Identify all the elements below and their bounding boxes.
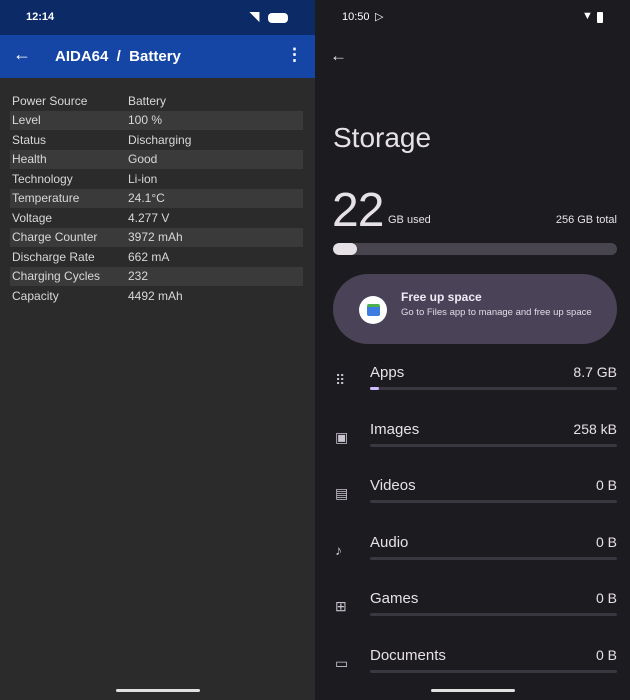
row-value: 100 % (128, 113, 163, 128)
storage-category-apps[interactable]: ⠿ Apps 8.7 GB (315, 364, 630, 414)
row-value: Discharging (128, 132, 192, 147)
total-label: 256 GB total (555, 214, 617, 226)
page-title: AIDA64 / Battery (55, 48, 181, 65)
movie-icon: ▤ (335, 485, 349, 501)
row-value: 232 (128, 269, 149, 284)
category-size: 0 B (595, 533, 617, 550)
category-usage-bar (370, 669, 617, 673)
storage-category-videos[interactable]: ▤ Videos 0 B (315, 477, 630, 527)
used-value: 22 (332, 184, 384, 237)
storage-category-games[interactable]: ⊞ Games 0 B (315, 590, 630, 640)
table-row: Temperature 24.1°C (10, 188, 303, 208)
table-row: Health Good (10, 149, 303, 169)
category-name: Documents (370, 646, 446, 664)
category-usage-bar (370, 556, 617, 560)
storage-category-audio[interactable]: ♪ Audio 0 B (315, 534, 630, 584)
battery-info-table: Power Source Battery Level 100 % Status Disch… (10, 91, 303, 306)
status-time: 10:50 (342, 11, 370, 23)
gesture-nav-bar[interactable] (431, 689, 515, 692)
category-name: Videos (370, 477, 416, 494)
image-icon: ▣ (335, 428, 349, 445)
table-row: Capacity 4492 mAh (10, 286, 303, 306)
category-name: Audio (370, 533, 409, 551)
category-size: 0 B (595, 646, 617, 663)
row-value: 4.277 V (128, 210, 170, 225)
category-usage-bar (370, 613, 617, 616)
category-name: Apps (370, 364, 405, 381)
files-app-icon (359, 296, 387, 324)
card-subtitle: Go to Files app to manage and free up sp… (401, 307, 592, 318)
app-bar: ← AIDA64 / Battery ⋮ (0, 35, 315, 78)
table-row: Charging Cycles 232 (10, 266, 303, 286)
row-label: Health (12, 152, 47, 167)
gesture-nav-bar[interactable] (116, 689, 200, 692)
page-title: Storage (333, 122, 432, 153)
battery-icon (597, 12, 603, 23)
category-size: 8.7 GB (573, 364, 617, 380)
row-label: Technology (12, 171, 73, 186)
row-label: Voltage (12, 210, 53, 225)
table-row: Charge Counter 3972 mAh (10, 227, 303, 247)
row-label: Level (12, 113, 41, 128)
status-bar: 12:14 ◥ (0, 0, 315, 35)
table-row: Power Source Battery (10, 91, 303, 111)
category-name: Games (370, 590, 419, 607)
folder-icon: ▭ (335, 654, 349, 671)
row-value: 4492 mAh (128, 288, 183, 303)
battery-icon (268, 13, 288, 23)
table-row: Discharge Rate 662 mA (10, 247, 303, 267)
row-label: Temperature (12, 191, 80, 206)
music-note-icon: ♪ (335, 541, 342, 558)
row-value: Good (128, 152, 158, 167)
row-label: Status (12, 132, 47, 147)
table-row: Status Discharging (10, 130, 303, 150)
used-label: GB used (388, 214, 431, 226)
category-size: 258 kB (573, 420, 617, 437)
back-arrow-icon[interactable]: ← (330, 46, 347, 66)
wifi-icon: ◥ (250, 9, 260, 23)
free-up-space-card[interactable]: Free up space Go to Files app to manage … (333, 274, 617, 344)
card-title: Free up space (401, 290, 482, 304)
wifi-icon: ▼ (582, 10, 593, 22)
category-usage-bar (370, 443, 617, 447)
row-value: 3972 mAh (128, 230, 183, 245)
category-usage-bar (370, 500, 617, 503)
table-row: Level 100 % (10, 110, 303, 130)
category-name: Images (370, 420, 420, 438)
row-label: Charging Cycles (12, 269, 101, 284)
row-label: Capacity (12, 288, 59, 303)
back-arrow-icon[interactable]: ← (13, 44, 31, 65)
category-size: 0 B (595, 590, 617, 606)
table-row: Voltage 4.277 V (10, 208, 303, 228)
storage-category-images[interactable]: ▣ Images 258 kB (315, 421, 630, 471)
row-label: Charge Counter (12, 230, 98, 245)
aida64-battery-screen: 12:14 ◥ ← AIDA64 / Battery ⋮ Power Sourc… (0, 0, 315, 700)
play-icon: ▷ (375, 11, 384, 23)
status-time: 12:14 (26, 11, 55, 23)
more-options-icon[interactable]: ⋮ (286, 45, 303, 65)
category-size: 0 B (595, 477, 617, 493)
category-usage-bar (370, 387, 617, 390)
row-value: Battery (128, 93, 167, 108)
storage-screen: 10:50 ▷ ▼ ← Storage 22 GB used 256 GB to… (315, 0, 630, 700)
table-row: Technology Li-ion (10, 169, 303, 189)
row-value: 662 mA (128, 249, 170, 264)
row-value: Li-ion (128, 171, 158, 186)
row-value: 24.1°C (128, 191, 165, 206)
gamepad-icon: ⊞ (335, 598, 347, 614)
apps-grid-icon: ⠿ (335, 372, 346, 388)
storage-usage-bar (333, 243, 617, 255)
row-label: Power Source (12, 93, 88, 108)
row-label: Discharge Rate (12, 249, 95, 264)
